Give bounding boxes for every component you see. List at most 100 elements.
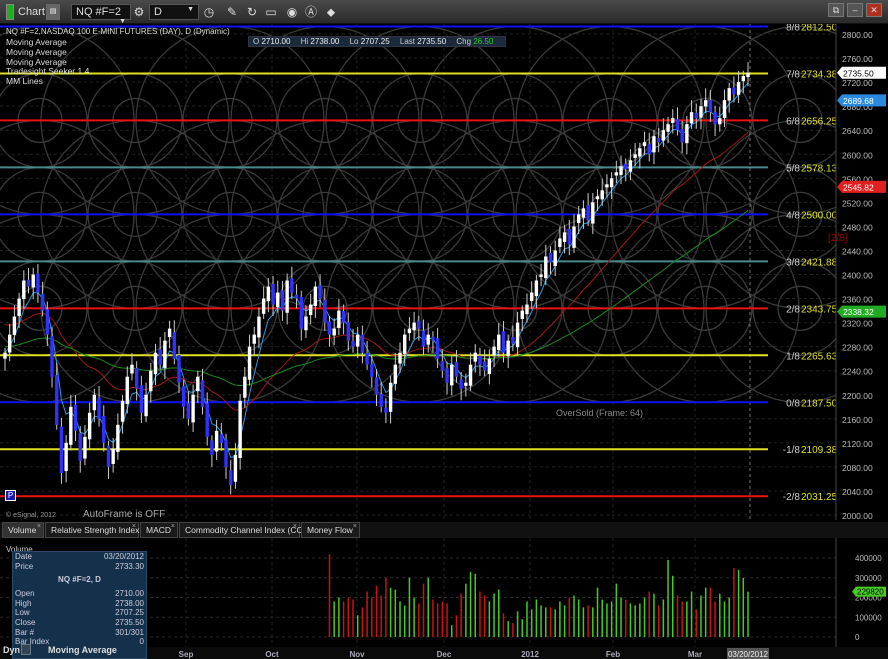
interval-select[interactable]: D ▼ [149, 4, 199, 20]
candle-body [73, 404, 78, 431]
candle-body [323, 299, 327, 323]
candle-body [638, 148, 642, 157]
candle-body [605, 184, 609, 188]
y-tick-label: 2400.00 [842, 271, 873, 281]
candle-body [600, 190, 604, 200]
data-window-row: High 2738.00 [13, 599, 146, 609]
candle-body [426, 334, 430, 345]
p-marker[interactable]: P [5, 490, 16, 501]
candle-body [196, 376, 200, 392]
price-badge-label: 2545.82 [843, 182, 874, 192]
candle-body [619, 166, 623, 175]
candle-body [694, 112, 698, 119]
candle-body [167, 328, 172, 338]
y-tick-label: 2600.00 [842, 150, 873, 160]
candle-body [134, 368, 139, 389]
candle-body [487, 358, 492, 374]
minimize-button[interactable]: – [847, 3, 863, 17]
tab-money-flow[interactable]: Money Flow × [301, 522, 360, 538]
mm-label: -2/8 [783, 492, 801, 503]
link-icon[interactable]: ▤ [46, 4, 60, 20]
candle-body [205, 403, 209, 437]
candle-body [501, 331, 506, 353]
candle-body [642, 142, 647, 147]
data-window-label: High [15, 598, 32, 608]
candle-body [50, 336, 54, 377]
y-tick-label: 2240.00 [842, 367, 873, 377]
screen-icon[interactable]: ▭ [263, 4, 279, 20]
study-tabs: Volume × Relative Strength Index × MACD × C… [0, 522, 888, 538]
candle-body [388, 382, 393, 412]
alert-icon[interactable]: Ⓐ [303, 4, 319, 20]
footer-study: Moving Average [48, 645, 117, 655]
candle-body [445, 368, 449, 383]
candle-body [31, 274, 35, 288]
y-tick-label: 2720.00 [842, 78, 873, 88]
candle-body [520, 310, 524, 320]
candle-body [83, 436, 87, 459]
mm-label: 4/8 [786, 210, 800, 221]
symbol-input[interactable]: NQ #F=2 ▼ [71, 4, 131, 25]
candle-body [158, 349, 162, 365]
candle-body [351, 340, 355, 347]
candle-body [647, 144, 651, 155]
tab-macd[interactable]: MACD × [140, 522, 178, 538]
lock-icon[interactable] [21, 644, 31, 655]
clock-icon[interactable]: ◷ [201, 4, 217, 20]
mm-value: 2031.25 [801, 492, 838, 503]
candle-body [374, 377, 379, 395]
candle-body [713, 112, 717, 125]
toolbar: Chart ▤ NQ #F=2 ▼ ⚙ D ▼ ◷ ✎ ↻ ▭ ◉ Ⓐ ⬥ ⧉ – … [0, 0, 888, 25]
x-tick-label: Mar [688, 650, 702, 659]
tab-volume[interactable]: Volume × [2, 522, 44, 538]
close-button[interactable]: ✕ [866, 3, 882, 17]
x-tick-label: 2012 [521, 650, 539, 659]
mm-lines: 8/8 2812.50 7/8 2734.38 6/8 2656.25 5/8 2578.13… [0, 24, 838, 503]
candle-body [671, 118, 675, 123]
mm-label: 2/8 [786, 304, 800, 315]
y-tick-label: 2200.00 [842, 391, 873, 401]
candle-body [727, 88, 731, 101]
candle-body [497, 334, 501, 351]
mm-label: 5/8 [786, 163, 800, 174]
legend-study[interactable]: Tradesight Seeker 1.4 [6, 66, 89, 76]
candle-body [553, 250, 557, 267]
candle-body [708, 99, 713, 113]
pencil-icon[interactable]: ✎ [224, 4, 240, 20]
mm-value: 2734.38 [801, 69, 838, 80]
price-badge-label: 2735.50 [843, 68, 874, 78]
refresh-icon[interactable]: ↻ [244, 4, 260, 20]
link-chain-icon[interactable]: ⬥ [323, 4, 339, 20]
x-tick-label: Sep [179, 650, 194, 659]
mm-label: 3/8 [786, 257, 800, 268]
tab-rsi[interactable]: Relative Strength Index × [45, 522, 139, 538]
candle-body [656, 137, 661, 143]
price-chart[interactable]: 8/8 2812.50 7/8 2734.38 6/8 2656.25 5/8 2578.13… [0, 24, 888, 520]
candle-body [421, 330, 426, 347]
legend-study[interactable]: MM Lines [6, 76, 43, 86]
candle-body [313, 286, 318, 306]
play-icon[interactable]: ◉ [284, 4, 300, 20]
legend-study[interactable]: Moving Average [6, 47, 67, 57]
candle-body [403, 334, 407, 355]
tab-cci[interactable]: Commodity Channel Index (CCI) × [179, 522, 308, 538]
candle-body [440, 361, 445, 371]
candle-body [450, 364, 454, 386]
candle-body [680, 129, 684, 143]
mm-value: 2500.00 [801, 210, 838, 221]
candle-body [558, 238, 562, 247]
symbol-settings-icon[interactable]: ⚙ [131, 4, 147, 20]
mm-value: 2265.63 [801, 351, 838, 362]
candle-body [577, 214, 581, 224]
candle-body [459, 379, 463, 389]
y-tick-label: 2040.00 [842, 487, 873, 497]
candle-body [26, 279, 31, 287]
candle-body [238, 400, 242, 459]
candle-body [675, 119, 680, 131]
legend-study[interactable]: Moving Average [6, 37, 67, 47]
restore-button[interactable]: ⧉ [828, 3, 844, 17]
data-window-row: Bar # 301/301 [13, 628, 146, 638]
autoframe-label: AutoFrame is OFF [83, 509, 166, 520]
candle-body [139, 385, 144, 413]
candle-body [628, 160, 633, 172]
